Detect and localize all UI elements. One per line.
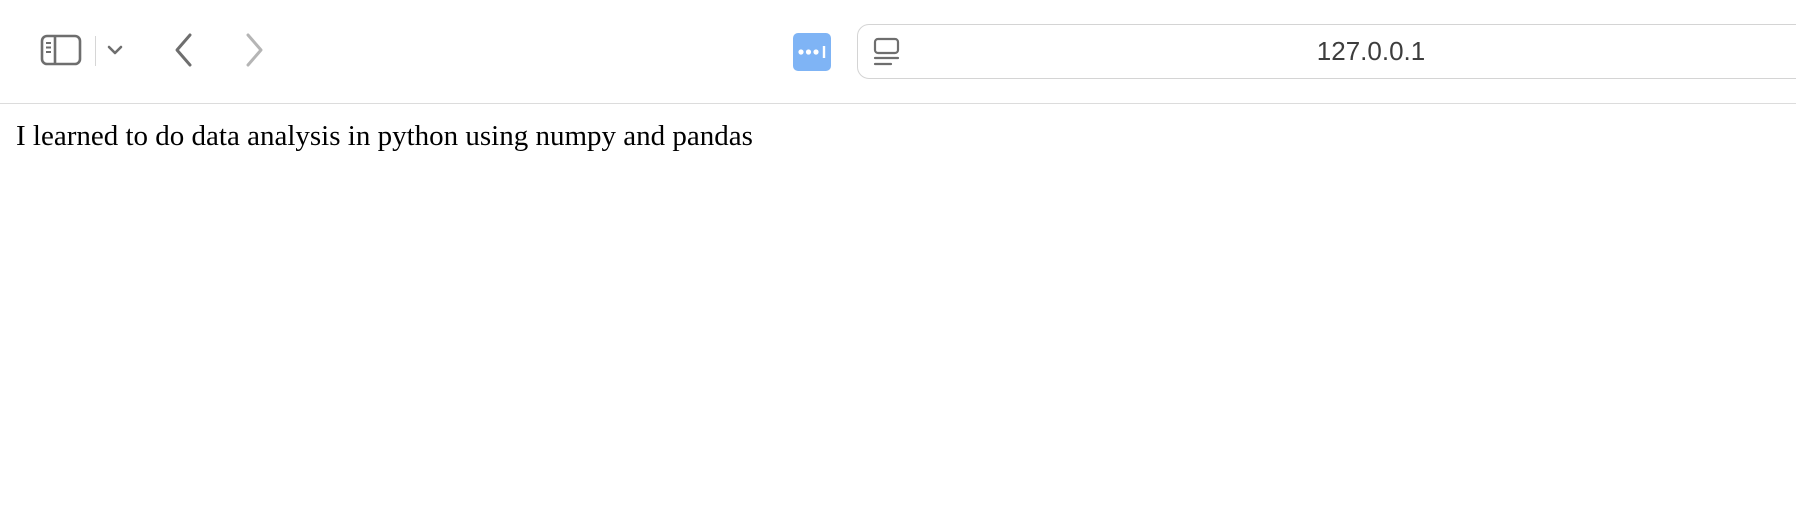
forward-button[interactable] [236, 30, 272, 70]
extension-button[interactable] [793, 33, 831, 71]
sidebar-icon [40, 34, 82, 66]
chevron-down-icon [107, 45, 123, 55]
address-bar[interactable]: 127.0.0.1 [857, 24, 1796, 79]
sidebar-toggle-button[interactable] [38, 30, 84, 70]
browser-toolbar: 127.0.0.1 [0, 0, 1796, 104]
page-body-text: I learned to do data analysis in python … [16, 120, 753, 152]
url-text[interactable]: 127.0.0.1 [858, 25, 1796, 77]
chevron-left-icon [175, 33, 192, 67]
chevron-right-icon [246, 33, 263, 67]
back-button[interactable] [166, 30, 202, 70]
sidebar-menu-button[interactable] [102, 36, 128, 64]
extension-dots-icon [798, 46, 826, 58]
toolbar-divider [95, 36, 96, 66]
